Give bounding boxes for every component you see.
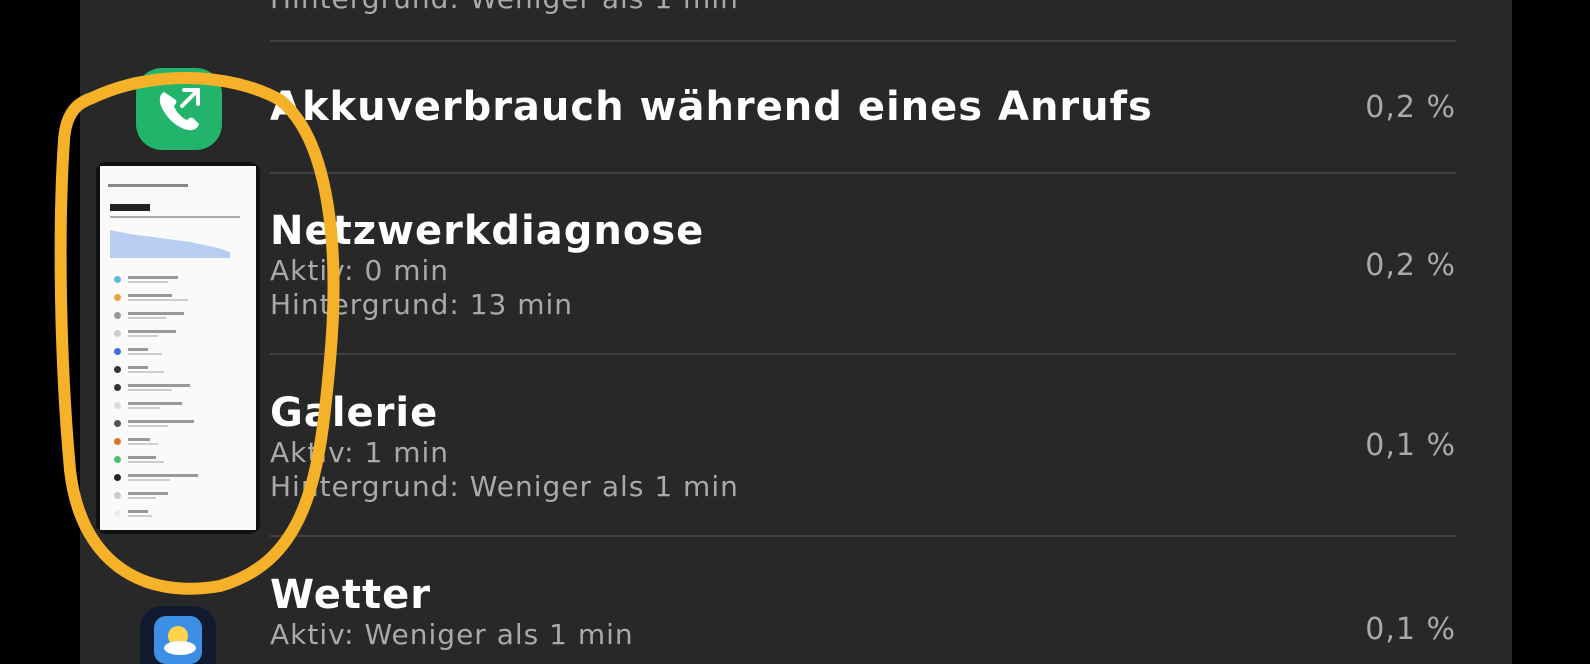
highlight-ring (54, 71, 340, 595)
